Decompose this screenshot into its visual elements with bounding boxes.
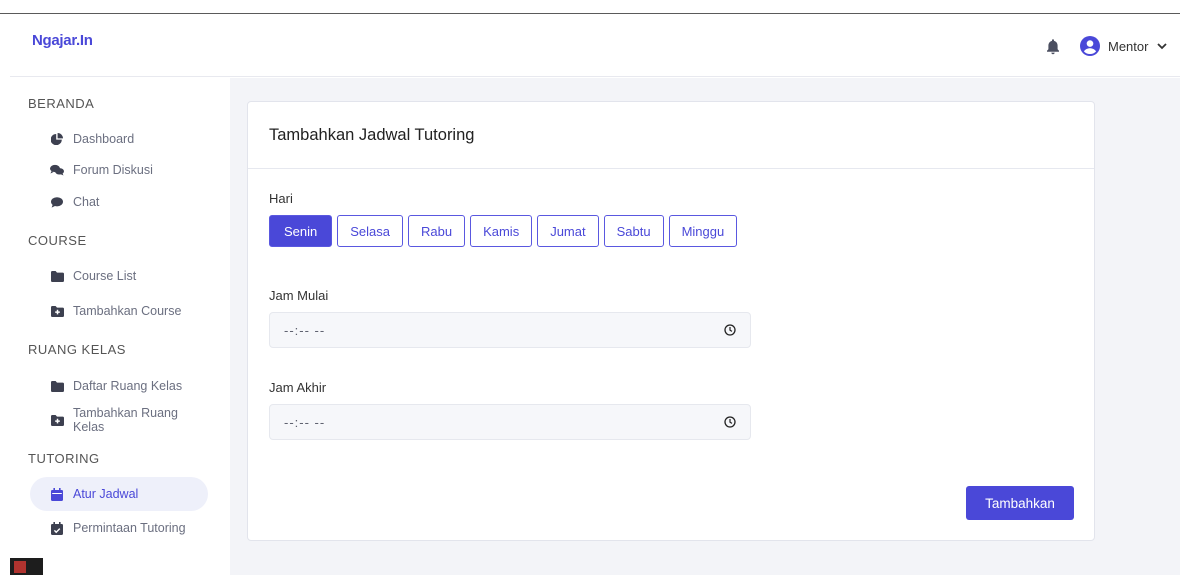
sidebar-item-label: Atur Jadwal <box>73 487 139 501</box>
day-button-senin[interactable]: Senin <box>269 215 333 247</box>
sidebar-item-permintaan-tutoring[interactable]: Permintaan Tutoring <box>30 511 208 545</box>
day-label: Hari <box>269 191 293 206</box>
sidebar-item-label: Tambahkan Ruang Kelas <box>73 406 178 434</box>
sidebar-item-label: Permintaan Tutoring <box>73 521 186 535</box>
day-button-selasa[interactable]: Selasa <box>337 215 403 247</box>
sidebar-item-chat[interactable]: Chat <box>30 185 208 219</box>
page-title: Tambahkan Jadwal Tutoring <box>269 125 475 144</box>
comments-icon <box>50 164 64 177</box>
end-time-input[interactable]: --:-- -- <box>269 404 751 440</box>
sidebar-item-atur-jadwal[interactable]: Atur Jadwal <box>30 477 208 511</box>
sidebar-item-label: Forum Diskusi <box>73 163 153 177</box>
submit-button[interactable]: Tambahkan <box>966 486 1074 520</box>
top-navbar: Ngajar.In Mentor <box>10 14 1180 77</box>
sidebar-item-label: Chat <box>73 195 100 209</box>
start-time-input[interactable]: --:-- -- <box>269 312 751 348</box>
day-button-rabu[interactable]: Rabu <box>408 215 466 247</box>
sidebar-section-ruang-kelas: RUANG KELAS <box>28 342 126 357</box>
chevron-down-icon <box>1157 43 1168 50</box>
sidebar-section-tutoring: TUTORING <box>28 451 100 466</box>
sidebar-section-course: COURSE <box>28 233 87 248</box>
user-circle-icon <box>1080 36 1100 56</box>
main-content: Tambahkan Jadwal Tutoring Hari Senin Sel… <box>230 78 1180 575</box>
calendar-icon <box>50 487 64 501</box>
bell-icon[interactable] <box>1045 38 1061 56</box>
sidebar-item-label: Dashboard <box>73 132 135 146</box>
clock-icon[interactable] <box>724 416 736 428</box>
folder-plus-icon <box>50 414 64 427</box>
sidebar-item-forum-diskusi[interactable]: Forum Diskusi <box>30 153 208 187</box>
start-time-value: --:-- -- <box>284 322 326 338</box>
folder-icon <box>50 380 64 393</box>
user-menu-button[interactable]: Mentor <box>1080 34 1168 58</box>
end-time-label: Jam Akhir <box>269 380 327 395</box>
sidebar-item-daftar-ruang-kelas[interactable]: Daftar Ruang Kelas <box>30 369 208 403</box>
day-button-kamis[interactable]: Kamis <box>470 215 533 247</box>
sidebar: BERANDA Dashboard Forum Diskusi Chat COU… <box>10 78 228 575</box>
day-selector: Senin Selasa Rabu Kamis Jumat Sabtu Ming… <box>269 215 738 247</box>
calendar-check-icon <box>50 521 64 535</box>
sidebar-item-label: Daftar Ruang Kelas <box>73 379 183 393</box>
sidebar-item-tambahkan-ruang-kelas[interactable]: Tambahkan Ruang Kelas <box>30 403 208 437</box>
folder-icon <box>50 270 64 283</box>
end-time-value: --:-- -- <box>284 414 326 430</box>
sidebar-item-dashboard[interactable]: Dashboard <box>30 122 208 156</box>
start-time-label: Jam Mulai <box>269 288 329 303</box>
folder-plus-icon <box>50 305 64 318</box>
taskbar-thumbnail <box>10 558 43 575</box>
sidebar-item-label: Tambahkan Course <box>73 304 182 318</box>
brand-logo[interactable]: Ngajar.In <box>32 32 93 49</box>
sidebar-item-tambahkan-course[interactable]: Tambahkan Course <box>30 294 208 328</box>
chat-bubble-icon <box>50 196 64 209</box>
day-button-minggu[interactable]: Minggu <box>668 215 738 247</box>
user-name: Mentor <box>1108 38 1149 54</box>
chart-pie-icon <box>50 133 64 146</box>
day-button-jumat[interactable]: Jumat <box>537 215 599 247</box>
sidebar-item-course-list[interactable]: Course List <box>30 259 208 293</box>
day-button-sabtu[interactable]: Sabtu <box>603 215 664 247</box>
card-header: Tambahkan Jadwal Tutoring <box>248 102 1094 169</box>
sidebar-item-label: Course List <box>73 269 137 283</box>
schedule-form-card: Tambahkan Jadwal Tutoring Hari Senin Sel… <box>247 101 1095 541</box>
clock-icon[interactable] <box>724 324 736 336</box>
sidebar-section-beranda: BERANDA <box>28 96 95 111</box>
